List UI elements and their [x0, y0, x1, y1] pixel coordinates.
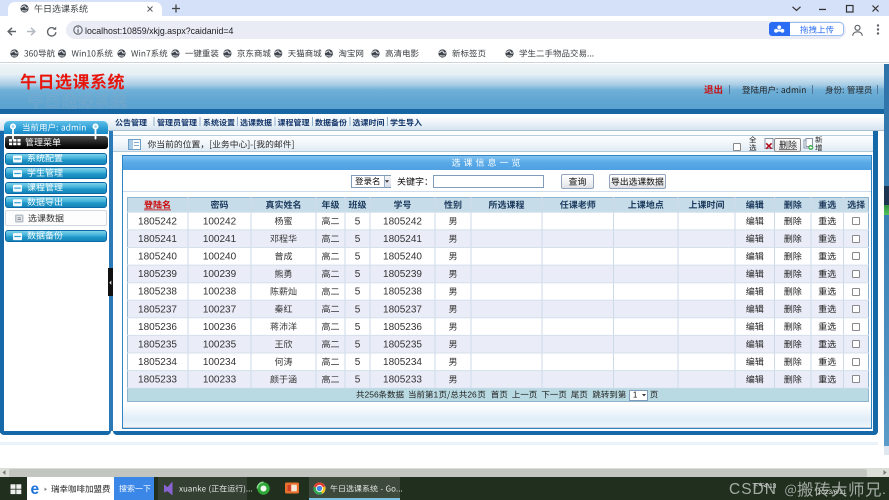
- svg-text:5: 5: [355, 251, 361, 262]
- svg-text:e: e: [31, 481, 40, 498]
- svg-text:1805236: 1805236: [138, 322, 177, 333]
- svg-text:1805238: 1805238: [383, 287, 422, 298]
- svg-text:1805234: 1805234: [138, 357, 177, 368]
- svg-text:1805235: 1805235: [383, 339, 422, 350]
- svg-text:1805236: 1805236: [383, 322, 422, 333]
- svg-text:100239: 100239: [203, 269, 237, 280]
- svg-text:1805241: 1805241: [383, 234, 422, 245]
- svg-text:5: 5: [355, 322, 361, 333]
- svg-text:100242: 100242: [203, 216, 237, 227]
- svg-text:1805239: 1805239: [138, 269, 177, 280]
- svg-text:100240: 100240: [203, 251, 237, 262]
- svg-text:CSDN: CSDN: [729, 481, 777, 498]
- svg-text:1805238: 1805238: [138, 287, 177, 298]
- svg-text:100237: 100237: [203, 304, 237, 315]
- svg-text:5: 5: [355, 375, 361, 386]
- svg-text:.: .: [882, 481, 886, 497]
- svg-text:1805235: 1805235: [138, 339, 177, 350]
- svg-text:1805234: 1805234: [383, 357, 422, 368]
- svg-text:localhost:10859/xkjg.aspx?caid: localhost:10859/xkjg.aspx?caidanid=4: [85, 26, 234, 36]
- svg-text:26: 26: [467, 390, 477, 400]
- svg-text:5: 5: [355, 339, 361, 350]
- svg-text:100238: 100238: [203, 287, 237, 298]
- svg-text:100241: 100241: [203, 234, 237, 245]
- svg-text:1805233: 1805233: [138, 375, 177, 386]
- svg-text:5: 5: [355, 216, 361, 227]
- svg-text:5: 5: [355, 287, 361, 298]
- svg-text:1805240: 1805240: [383, 251, 422, 262]
- svg-text:5: 5: [355, 304, 361, 315]
- svg-text:5: 5: [355, 234, 361, 245]
- svg-text:100234: 100234: [203, 357, 237, 368]
- svg-text:1: 1: [434, 390, 439, 400]
- svg-text:1805241: 1805241: [138, 234, 177, 245]
- svg-text:1805242: 1805242: [383, 216, 422, 227]
- svg-text:1805239: 1805239: [383, 269, 422, 280]
- svg-text:256: 256: [365, 390, 379, 400]
- svg-text:.: .: [772, 481, 776, 498]
- svg-text:100233: 100233: [203, 375, 237, 386]
- svg-text:1805237: 1805237: [383, 304, 422, 315]
- svg-text:100235: 100235: [203, 339, 237, 350]
- svg-text:5: 5: [355, 357, 361, 368]
- svg-text:1: 1: [633, 391, 638, 400]
- svg-text:5: 5: [355, 269, 361, 280]
- svg-text:1805242: 1805242: [138, 216, 177, 227]
- svg-text:1805233: 1805233: [383, 375, 422, 386]
- svg-text:1805240: 1805240: [138, 251, 177, 262]
- svg-text:100236: 100236: [203, 322, 237, 333]
- svg-text:1805237: 1805237: [138, 304, 177, 315]
